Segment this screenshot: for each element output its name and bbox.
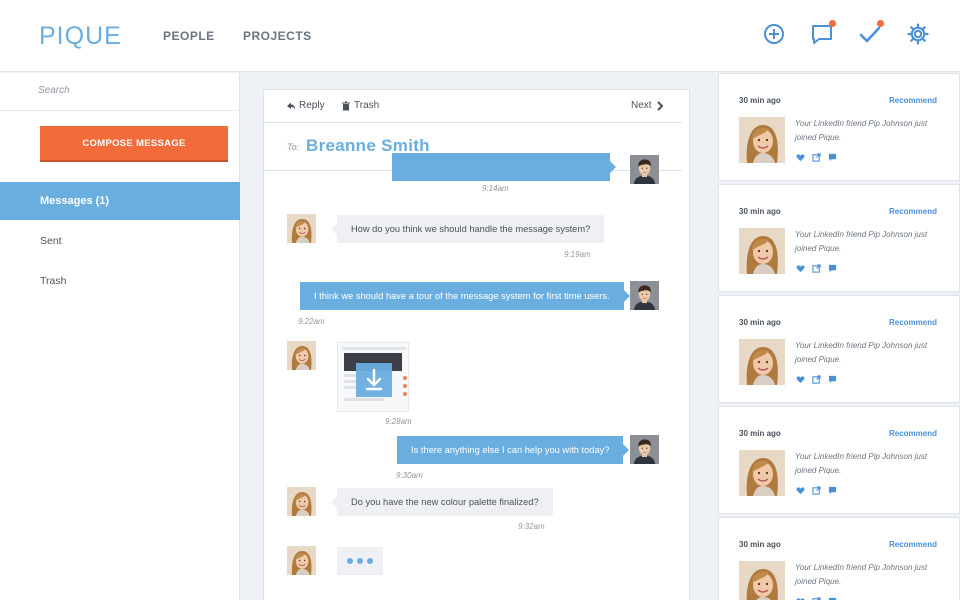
- typing-indicator: [337, 547, 383, 575]
- comment-icon[interactable]: [828, 264, 837, 273]
- recommend-link[interactable]: Recommend: [889, 429, 937, 438]
- card-text: Your LinkedIn friend Pip Johnson just jo…: [795, 452, 928, 475]
- message-time: 9:22am: [298, 317, 325, 326]
- comment-icon[interactable]: [828, 153, 837, 162]
- card-text: Your LinkedIn friend Pip Johnson just jo…: [795, 119, 928, 142]
- search-input[interactable]: [38, 85, 218, 96]
- card-time: 30 min ago: [739, 429, 781, 438]
- sidebar-item-trash[interactable]: Trash: [0, 262, 240, 300]
- card-text: Your LinkedIn friend Pip Johnson just jo…: [795, 341, 928, 364]
- chat-notification-dot: [829, 20, 836, 27]
- avatar: [739, 228, 785, 274]
- next-label: Next: [631, 100, 652, 111]
- message-panel: Reply Trash Next To: Breanne Smith 9:14a…: [263, 89, 690, 600]
- message-time: 9:32am: [518, 522, 545, 531]
- trash-button[interactable]: Trash: [341, 100, 379, 111]
- reply-icon: [287, 102, 295, 109]
- external-link-icon[interactable]: [812, 153, 821, 162]
- activity-feed: 30 min ago Recommend Your LinkedIn frien…: [718, 73, 960, 600]
- message-bubble-outgoing: Is there anything else I can help you wi…: [397, 436, 630, 464]
- gear-icon[interactable]: [906, 22, 930, 46]
- reply-button[interactable]: Reply: [286, 100, 325, 111]
- nav-projects[interactable]: PROJECTS: [243, 29, 312, 43]
- feed-card: 30 min ago Recommend Your LinkedIn frien…: [718, 295, 960, 403]
- avatar: [630, 281, 659, 310]
- avatar: [739, 117, 785, 163]
- sidebar: COMPOSE MESSAGE Messages (1) Sent Trash: [0, 73, 240, 600]
- trash-icon: [342, 101, 350, 110]
- avatar: [630, 155, 659, 184]
- external-link-icon[interactable]: [812, 486, 821, 495]
- next-button[interactable]: Next: [631, 100, 665, 111]
- message-bubble-incoming: Do you have the new colour palette final…: [331, 488, 553, 516]
- heart-icon[interactable]: [796, 264, 805, 273]
- avatar: [739, 561, 785, 600]
- card-time: 30 min ago: [739, 207, 781, 216]
- card-time: 30 min ago: [739, 318, 781, 327]
- message-time: 9:14am: [482, 184, 509, 193]
- chat-icon[interactable]: [810, 20, 836, 46]
- message-toolbar: Reply Trash Next: [264, 90, 682, 123]
- check-icon[interactable]: [858, 20, 884, 46]
- tasks-notification-dot: [877, 20, 884, 27]
- image-attachment[interactable]: [337, 342, 409, 412]
- card-time: 30 min ago: [739, 540, 781, 549]
- message-bubble-outgoing: [392, 153, 616, 181]
- feed-card: 30 min ago Recommend Your LinkedIn frien…: [718, 406, 960, 514]
- avatar: [287, 341, 316, 370]
- comment-icon[interactable]: [828, 486, 837, 495]
- message-bubble-incoming: How do you think we should handle the me…: [330, 215, 605, 243]
- compose-message-button[interactable]: COMPOSE MESSAGE: [40, 126, 228, 162]
- chevron-right-icon: [656, 100, 663, 111]
- card-actions: [796, 486, 837, 495]
- comment-icon[interactable]: [828, 375, 837, 384]
- card-actions: [796, 264, 837, 273]
- to-label: To:: [287, 142, 300, 152]
- feed-card: 30 min ago Recommend Your LinkedIn frien…: [718, 73, 960, 181]
- add-circle-icon[interactable]: [762, 22, 786, 46]
- card-time: 30 min ago: [739, 96, 781, 105]
- external-link-icon[interactable]: [812, 264, 821, 273]
- message-time: 9:30am: [396, 471, 423, 480]
- heart-icon[interactable]: [796, 486, 805, 495]
- trash-label: Trash: [354, 100, 380, 111]
- avatar: [287, 487, 316, 516]
- sidebar-item-sent[interactable]: Sent: [0, 222, 240, 260]
- message-time: 9:28am: [385, 417, 412, 426]
- avatar: [287, 214, 316, 243]
- card-text: Your LinkedIn friend Pip Johnson just jo…: [795, 230, 928, 253]
- recommend-link[interactable]: Recommend: [889, 540, 937, 549]
- sidebar-item-messages[interactable]: Messages (1): [0, 182, 240, 220]
- top-bar: PIQUE PEOPLE PROJECTS: [0, 0, 960, 72]
- avatar: [739, 450, 785, 496]
- feed-card: 30 min ago Recommend Your LinkedIn frien…: [718, 517, 960, 600]
- feed-card: 30 min ago Recommend Your LinkedIn frien…: [718, 184, 960, 292]
- card-actions: [796, 153, 837, 162]
- attachment-thumbnail: [338, 343, 408, 411]
- heart-icon[interactable]: [796, 375, 805, 384]
- card-actions: [796, 375, 837, 384]
- message-thread: 9:14am How do you think we should handle…: [264, 153, 690, 600]
- nav-people[interactable]: PEOPLE: [163, 29, 215, 43]
- message-bubble-outgoing: I think we should have a tour of the mes…: [300, 282, 630, 310]
- recommend-link[interactable]: Recommend: [889, 96, 937, 105]
- avatar: [287, 546, 316, 575]
- reply-label: Reply: [299, 100, 325, 111]
- avatar: [739, 339, 785, 385]
- card-text: Your LinkedIn friend Pip Johnson just jo…: [795, 563, 928, 586]
- avatar: [630, 435, 659, 464]
- external-link-icon[interactable]: [812, 375, 821, 384]
- recommend-link[interactable]: Recommend: [889, 207, 937, 216]
- recommend-link[interactable]: Recommend: [889, 318, 937, 327]
- heart-icon[interactable]: [796, 153, 805, 162]
- app-logo[interactable]: PIQUE: [39, 22, 122, 51]
- search-bar: [0, 73, 240, 111]
- message-time: 9:19am: [564, 250, 591, 259]
